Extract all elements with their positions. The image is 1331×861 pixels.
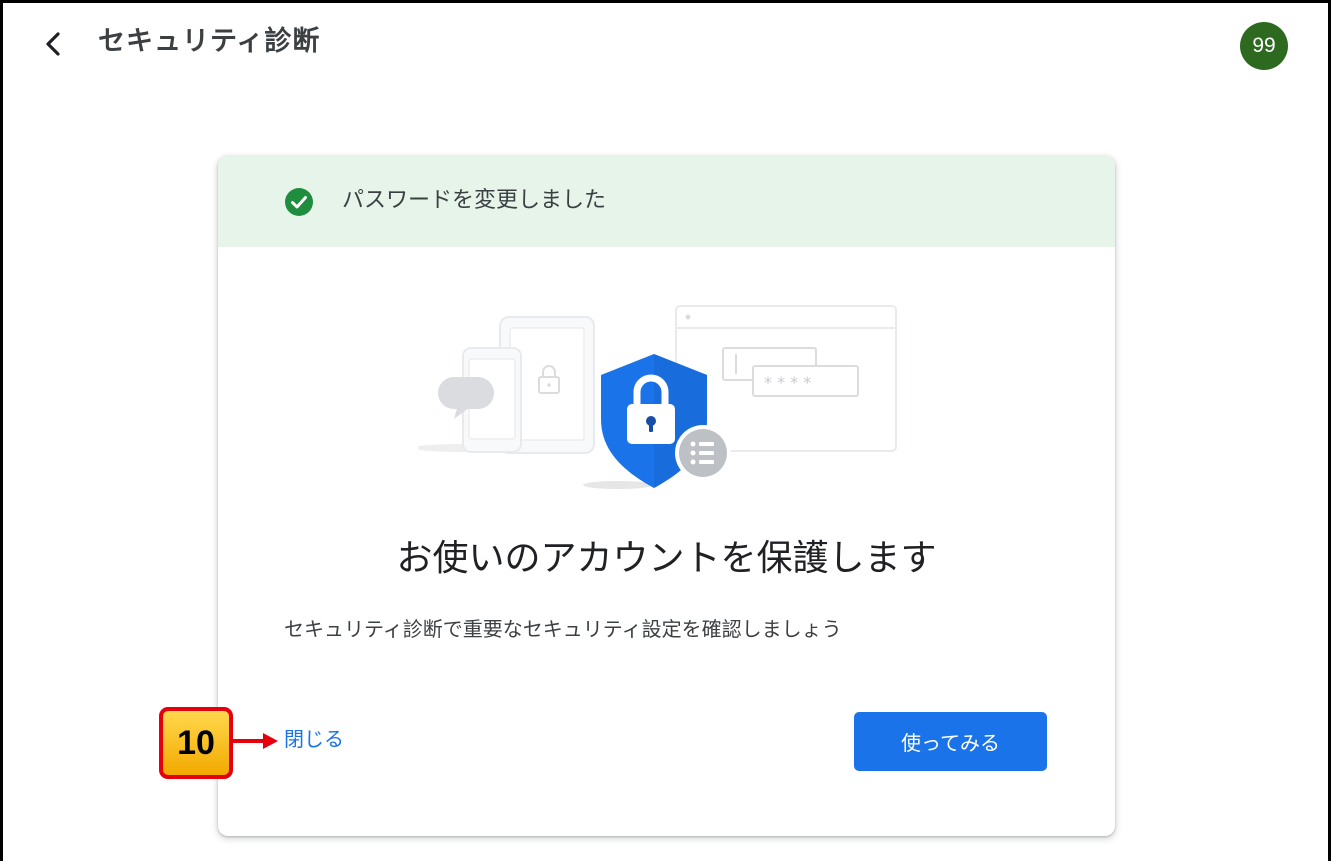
top-app-bar: セキュリティ診断 99 bbox=[0, 0, 1331, 90]
chevron-left-icon bbox=[46, 32, 60, 56]
success-banner: パスワードを変更しました bbox=[218, 156, 1115, 247]
card-heading: お使いのアカウントを保護します bbox=[396, 538, 937, 579]
back-button[interactable] bbox=[34, 24, 74, 64]
banner-message: パスワードを変更しました bbox=[342, 188, 607, 213]
check-circle-icon bbox=[285, 188, 313, 216]
step-number-badge: 10 bbox=[159, 707, 233, 779]
try-it-button[interactable]: 使ってみる bbox=[854, 712, 1047, 771]
account-avatar[interactable]: 99 bbox=[1240, 22, 1288, 70]
arrow-right-icon bbox=[233, 733, 278, 749]
security-shield-illustration: * * * * bbox=[418, 305, 897, 489]
password-changed-card: パスワードを変更しました * * * * お使いのアカウントを保護します セキュ… bbox=[218, 156, 1115, 836]
close-link[interactable]: 閉じる bbox=[284, 724, 344, 754]
password-mask: * * * * bbox=[764, 373, 811, 392]
page-title: セキュリティ診断 bbox=[98, 26, 321, 57]
card-description: セキュリティ診断で重要なセキュリティ設定を確認しましょう bbox=[284, 617, 842, 641]
